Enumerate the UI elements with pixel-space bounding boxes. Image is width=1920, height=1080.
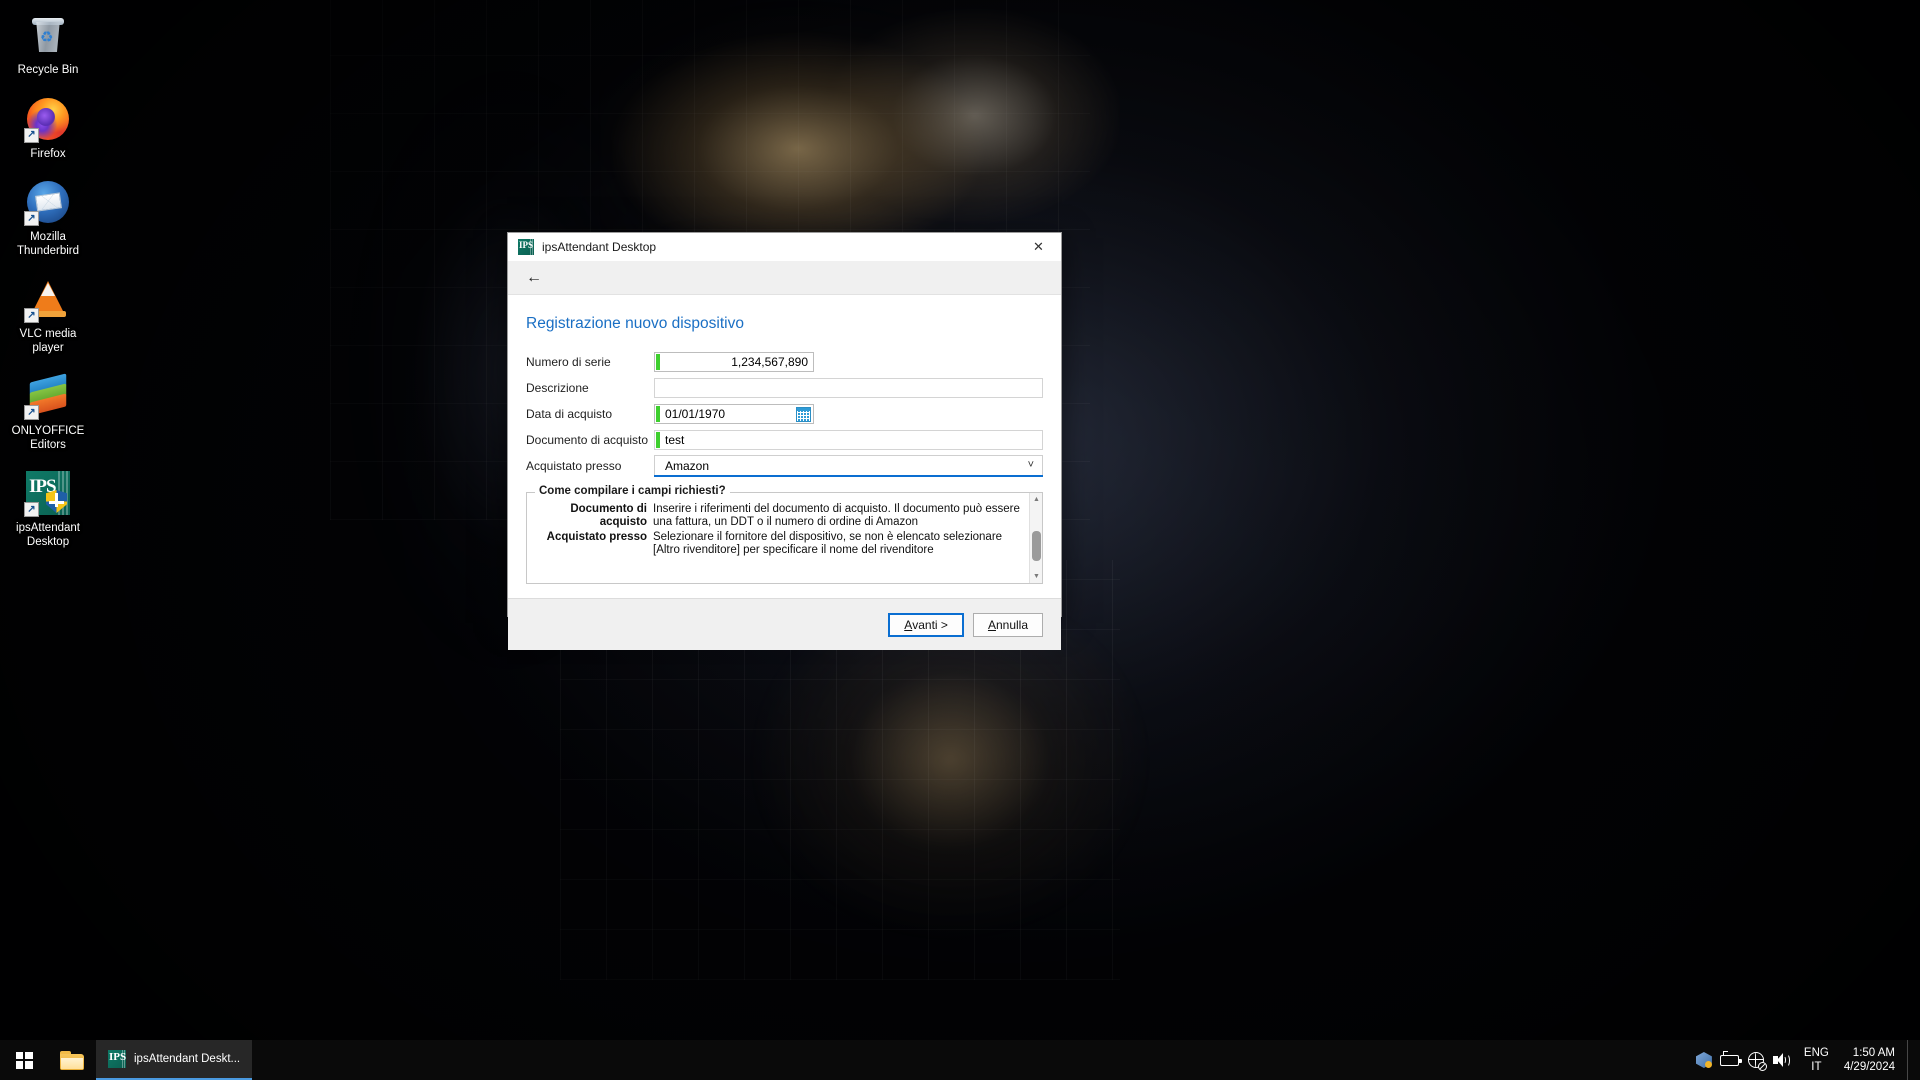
language-indicator[interactable]: ENG IT xyxy=(1795,1040,1838,1080)
valid-indicator-icon xyxy=(656,405,660,422)
purchase-date-input[interactable]: 01/01/1970 xyxy=(654,403,814,424)
desktop-icon-ipsattendant[interactable]: IPS ipsAttendant Desktop xyxy=(5,464,91,555)
desktop-icon-label: VLC media player xyxy=(19,328,77,354)
desktop-icon-onlyoffice[interactable]: ONLYOFFICE Editors xyxy=(5,367,91,458)
system-tray: ENG IT 1:50 AM 4/29/2024 xyxy=(1691,1040,1920,1080)
battery-charging-icon[interactable] xyxy=(1717,1040,1743,1080)
help-description: Inserire i riferimenti del documento di … xyxy=(653,503,1020,528)
volume-icon[interactable] xyxy=(1769,1040,1795,1080)
serial-number-input[interactable]: 1,234,567,890 xyxy=(654,351,814,372)
scrollbar-thumb[interactable] xyxy=(1032,531,1041,561)
next-button[interactable]: Avanti > xyxy=(888,612,964,637)
help-description: Selezionare il fornitore del dispositivo… xyxy=(653,531,1003,556)
shortcut-overlay-icon xyxy=(24,211,39,226)
desktop[interactable]: ♻ Recycle Bin Firefox Mozilla Thunderbir… xyxy=(0,0,1920,1080)
desktop-icon-recycle-bin[interactable]: ♻ Recycle Bin xyxy=(5,6,91,84)
field-label: Data di acquisto xyxy=(526,406,613,421)
description-input[interactable] xyxy=(654,377,1043,398)
language-primary: ENG xyxy=(1803,1047,1829,1059)
taskbar-item-ipsattendant[interactable]: IPS ipsAttendant Deskt... xyxy=(96,1040,253,1080)
clock-date: 4/29/2024 xyxy=(1843,1061,1895,1073)
next-button-accesskey: A xyxy=(904,617,913,632)
form-row-serial-number: Numero di serie 1,234,567,890 xyxy=(526,349,1043,374)
desktop-icon-list: ♻ Recycle Bin Firefox Mozilla Thunderbir… xyxy=(0,6,96,561)
focus-underline xyxy=(654,475,1043,477)
field-value: 01/01/1970 xyxy=(665,406,726,421)
valid-indicator-icon xyxy=(656,353,660,370)
cancel-button[interactable]: Annulla xyxy=(972,612,1043,637)
shortcut-overlay-icon xyxy=(24,502,39,517)
desktop-icon-label: Recycle Bin xyxy=(17,64,79,76)
calendar-icon[interactable] xyxy=(796,406,811,422)
help-row: Acquistato presso Selezionare il fornito… xyxy=(533,531,1025,557)
ipsattendant-icon: IPS xyxy=(108,1050,126,1068)
field-label: Acquistato presso xyxy=(526,458,622,473)
shortcut-overlay-icon xyxy=(24,127,39,143)
firefox-icon xyxy=(24,95,72,143)
network-disconnected-icon[interactable] xyxy=(1743,1040,1769,1080)
desktop-icon-label: ipsAttendant Desktop xyxy=(16,522,80,548)
recycle-bin-icon: ♻ xyxy=(24,11,72,59)
scroll-up-icon[interactable]: ▲ xyxy=(1030,493,1043,506)
purchased-from-select[interactable]: Amazon ˅ xyxy=(654,455,1043,477)
field-label: Numero di serie xyxy=(526,354,611,369)
help-groupbox: Come compilare i campi richiesti? Data d… xyxy=(526,485,1043,584)
form-row-purchase-document: Documento di acquisto test xyxy=(526,427,1043,452)
virtualbox-icon[interactable] xyxy=(1691,1040,1717,1080)
dialog-titlebar[interactable]: IPS ipsAttendant Desktop ✕ xyxy=(508,233,1061,261)
scroll-down-icon[interactable]: ▼ xyxy=(1030,570,1043,583)
form-row-description: Descrizione xyxy=(526,375,1043,400)
close-icon[interactable]: ✕ xyxy=(1016,233,1061,261)
help-term: Acquistato presso xyxy=(546,531,647,543)
help-scrollbar[interactable]: ▲ ▼ xyxy=(1029,493,1042,583)
field-value: Amazon xyxy=(665,458,710,473)
page-title: Registrazione nuovo dispositivo xyxy=(526,315,744,332)
onlyoffice-icon xyxy=(24,372,72,420)
desktop-icon-firefox[interactable]: Firefox xyxy=(5,90,91,168)
back-arrow-icon[interactable]: ← xyxy=(522,266,546,290)
dialog-content: Registrazione nuovo dispositivo Numero d… xyxy=(508,295,1061,650)
desktop-icon-label: Mozilla Thunderbird xyxy=(16,231,79,257)
ipsattendant-icon: IPS xyxy=(518,238,534,255)
dialog-footer: Avanti > Annulla xyxy=(508,598,1061,650)
next-button-label: vanti > xyxy=(912,617,948,632)
ipsattendant-icon: IPS xyxy=(24,469,72,517)
vlc-icon xyxy=(24,275,72,323)
help-term: Documento di acquisto xyxy=(570,503,647,528)
show-desktop-button[interactable] xyxy=(1907,1040,1914,1080)
shortcut-overlay-icon xyxy=(24,308,39,323)
language-secondary: IT xyxy=(1811,1061,1822,1073)
file-explorer-button[interactable] xyxy=(48,1040,96,1080)
form-row-purchased-from: Acquistato presso Amazon ˅ xyxy=(526,453,1043,478)
chevron-down-icon: ˅ xyxy=(1027,459,1034,471)
desktop-icon-thunderbird[interactable]: Mozilla Thunderbird xyxy=(5,173,91,264)
desktop-icon-label: Firefox xyxy=(30,147,66,160)
form-row-purchase-date: Data di acquisto 01/01/1970 xyxy=(526,401,1043,426)
field-label: Documento di acquisto xyxy=(526,432,649,447)
taskbar-item-label: ipsAttendant Deskt... xyxy=(134,1053,241,1065)
taskbar: IPS ipsAttendant Deskt... ENG IT 1:50 AM xyxy=(0,1040,1920,1080)
purchase-document-input[interactable]: test xyxy=(654,429,1043,450)
desktop-icon-label: ONLYOFFICE Editors xyxy=(11,425,85,451)
field-label: Descrizione xyxy=(526,380,589,395)
desktop-icon-vlc[interactable]: VLC media player xyxy=(5,270,91,361)
clock[interactable]: 1:50 AM 4/29/2024 xyxy=(1838,1040,1907,1080)
thunderbird-icon xyxy=(24,178,72,226)
windows-logo-icon xyxy=(15,1051,33,1069)
clock-time: 1:50 AM xyxy=(1852,1047,1895,1059)
folder-icon xyxy=(60,1050,84,1070)
field-value: 1,234,567,890 xyxy=(731,354,808,369)
help-row: Documento di acquisto Inserire i riferim… xyxy=(533,503,1025,529)
help-scroll-area[interactable]: Data di acquisto Indicare la data di acq… xyxy=(533,502,1029,577)
cancel-button-label: nnulla xyxy=(995,617,1028,632)
dialog-navbar: ← xyxy=(508,261,1061,295)
valid-indicator-icon xyxy=(656,431,660,448)
dialog-title: ipsAttendant Desktop xyxy=(542,239,657,254)
ipsattendant-dialog: IPS ipsAttendant Desktop ✕ ← Registrazio… xyxy=(507,232,1062,650)
cancel-button-accesskey: A xyxy=(987,617,996,632)
help-legend: Come compilare i campi richiesti? xyxy=(535,485,730,497)
shortcut-overlay-icon xyxy=(24,405,39,420)
field-value: test xyxy=(665,432,685,447)
start-button[interactable] xyxy=(0,1040,48,1080)
